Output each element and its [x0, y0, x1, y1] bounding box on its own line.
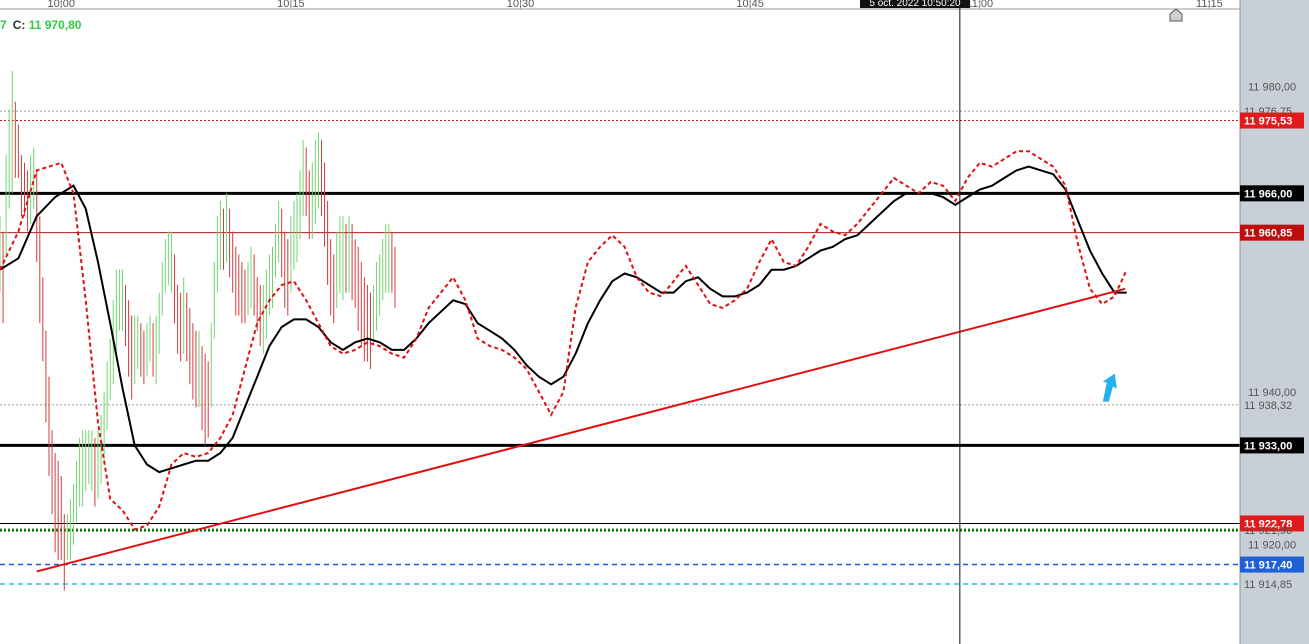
- ohlc-close-value: 11 970,80: [28, 18, 82, 32]
- x-tick-label: 10:00: [47, 0, 75, 10]
- y-tick-label: 11 940,00: [1248, 387, 1296, 399]
- y-tick-label: 11 920,00: [1248, 540, 1296, 552]
- level-11960-tag-label: 11 960,85: [1244, 228, 1292, 240]
- x-tick-label: 11:00: [966, 0, 993, 10]
- level-11966-tag-label: 11 966,00: [1244, 188, 1292, 200]
- level-11933-tag-label: 11 933,00: [1244, 440, 1292, 452]
- chart-background: [0, 0, 1309, 644]
- level-11914-axis-label: 11 914,85: [1244, 579, 1292, 591]
- cursor-date-label: 5 oct. 2022 10:50:20: [860, 0, 970, 8]
- price-chart[interactable]: 10:00 10:15 10:30 10:45 11:00 11:15 11 980,00…: [0, 0, 1309, 644]
- x-tick-label: 10:45: [736, 0, 764, 10]
- level-11917-tag-label: 11 917,40: [1244, 560, 1292, 572]
- level-11975-tag-label: 11 975,53: [1244, 116, 1292, 128]
- y-tick-label: 11 980,00: [1248, 81, 1296, 93]
- ohlc-open-fragment: 7: [0, 18, 7, 32]
- x-tick-label: 10:15: [277, 0, 305, 10]
- x-tick-label: 10:30: [507, 0, 535, 10]
- x-tick-label: 11:15: [1196, 0, 1223, 10]
- level-11938-axis-label: 11 938,32: [1244, 400, 1292, 412]
- ohlc-readout: 7 C: 11 970,80: [0, 18, 81, 32]
- level-11921-axis-label: 11 921,90: [1244, 525, 1292, 537]
- ohlc-close-label: C:: [12, 18, 26, 32]
